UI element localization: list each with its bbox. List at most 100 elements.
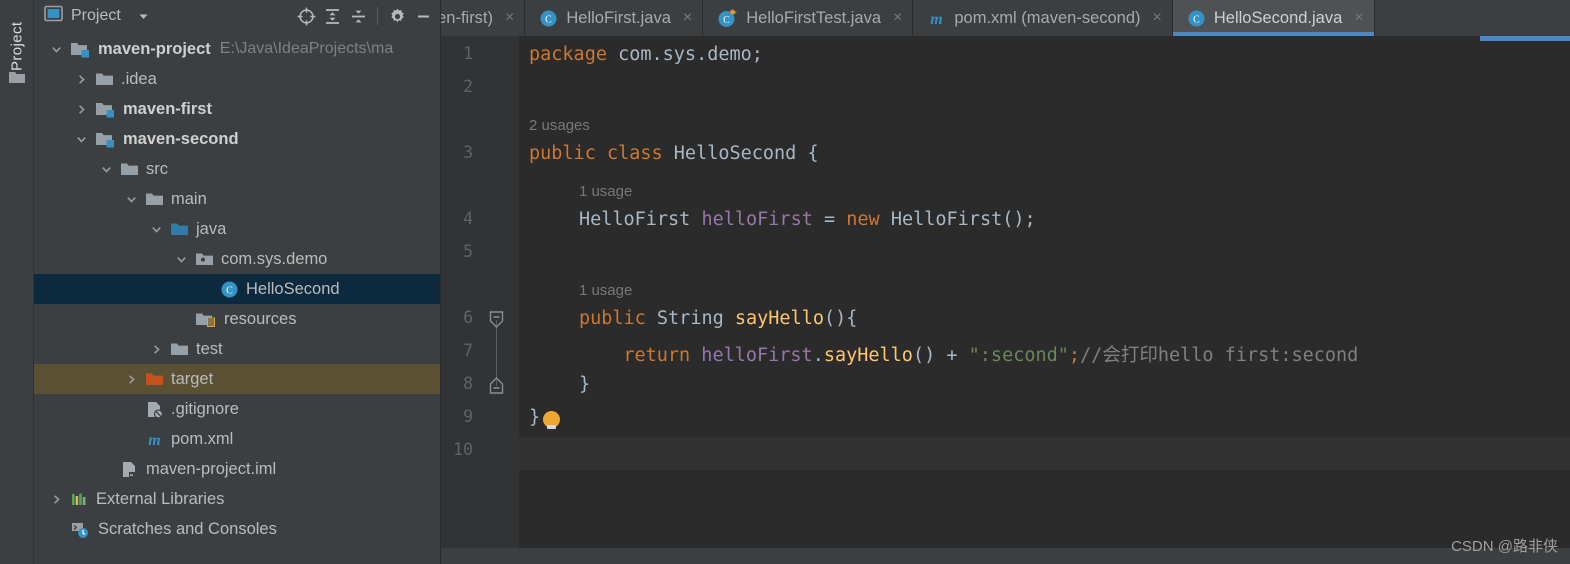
tree-node-src[interactable]: src [34,154,440,184]
line-number: 4 [463,209,473,228]
code-editor[interactable]: 1 2 3 4 5 6 7 8 9 10 package com.sys.demo; 2 usage… [441,36,1570,564]
chevron-down-icon[interactable] [131,3,157,29]
fold-toggle-icon[interactable] [489,311,504,333]
tree-node-target[interactable]: target [34,364,440,394]
tree-node-label: Scratches and Consoles [98,519,277,538]
chevron-right-icon[interactable] [48,491,64,507]
tree-node-main[interactable]: main [34,184,440,214]
project-panel-title: Project [71,7,121,24]
tree-node-java[interactable]: java [34,214,440,244]
code-text[interactable]: package com.sys.demo; 2 usages public clas… [519,36,1570,564]
close-icon[interactable]: × [683,9,692,27]
tree-node-hellosecond[interactable]: C HelloSecond [34,274,440,304]
editor-tab-bar[interactable]: nl (maven-first) × C HelloFirst.java × C Hello… [441,0,1570,36]
chevron-down-icon[interactable] [98,161,114,177]
chevron-down-icon[interactable] [73,131,89,147]
line-number: 6 [463,308,473,327]
tree-node-test[interactable]: test [34,334,440,364]
editor-area: nl (maven-first) × C HelloFirst.java × C Hello… [441,0,1570,564]
editor-tab-label: HelloFirstTest.java [746,8,882,27]
chevron-down-icon[interactable] [123,191,139,207]
editor-tab-hellofirst-java[interactable]: C HelloFirst.java × [525,0,704,36]
intention-bulb-icon[interactable] [543,411,560,429]
tree-node-maven-second[interactable]: maven-second [34,124,440,154]
svg-text:C: C [1193,14,1200,25]
project-tree[interactable]: maven-project E:\Java\IdeaProjects\ma .ide… [34,32,440,564]
svg-text:C: C [546,14,553,25]
editor-tab-nl-maven-first[interactable]: nl (maven-first) × [441,0,526,36]
tree-node-label: maven-second [123,129,239,148]
java-class-icon: C [539,9,558,28]
editor-gutter[interactable]: 1 2 3 4 5 6 7 8 9 10 [441,36,519,564]
java-class-icon: C [220,280,239,299]
inlay-usage-hint[interactable]: 1 usage [579,183,632,200]
code-line-4: HelloFirst helloFirst = new HelloFirst()… [578,209,1036,230]
tree-node-label: maven-project.iml [146,459,277,478]
tree-node-gitignore[interactable]: .gitignore [34,394,440,424]
hide-toolwindow-icon[interactable] [410,3,436,29]
code-line-7: return helloFirst.sayHello() + ":second"… [623,345,1359,366]
editor-tab-label: nl (maven-first) [441,8,494,27]
folder-icon [145,191,164,207]
chevron-right-icon[interactable] [123,371,139,387]
line-number: 9 [463,407,473,426]
folder-icon [95,71,114,87]
chevron-down-icon[interactable] [48,41,64,57]
project-tool-window: Project maven-project E:\Java\IdeaProjec… [34,0,441,564]
code-line-9: } [529,407,541,428]
toolbar-divider [377,7,378,25]
tree-node-label: pom.xml [171,429,234,448]
tree-node-maven-first[interactable]: maven-first [34,94,440,124]
chevron-right-icon[interactable] [148,341,164,357]
close-icon[interactable]: × [1153,9,1162,27]
editor-tab-hellosecond-java[interactable]: C HelloSecond.java × [1172,0,1375,36]
editor-tab-pom-xml-maven-second[interactable]: m pom.xml (maven-second) × [913,0,1173,36]
tree-node-label: test [196,339,223,358]
close-icon[interactable]: × [505,9,514,27]
tree-node-label: main [171,189,207,208]
maven-file-icon: m [927,9,946,28]
gear-icon[interactable] [384,3,410,29]
folder-icon [170,341,189,357]
chevron-down-icon[interactable] [148,221,164,237]
chevron-right-icon[interactable] [73,101,89,117]
project-window-icon [44,4,63,28]
tree-node-idea[interactable]: .idea [34,64,440,94]
chevron-right-icon[interactable] [73,71,89,87]
code-line-8: } [578,374,591,395]
scrollbar-marker[interactable] [1480,36,1570,41]
tree-node-maven-project[interactable]: maven-project E:\Java\IdeaProjects\ma [34,34,440,64]
tree-node-com-sys-demo[interactable]: com.sys.demo [34,244,440,274]
resources-folder-icon [195,311,217,328]
editor-tab-label: HelloSecond.java [1213,8,1343,27]
line-number: 1 [463,44,473,63]
close-icon[interactable]: × [1354,9,1363,27]
inlay-usage-hint[interactable]: 2 usages [529,117,590,134]
folder-icon [8,70,26,90]
close-icon[interactable]: × [893,9,902,27]
tree-node-label: src [146,159,168,178]
code-line-3: public class HelloSecond { [529,143,819,164]
collapse-all-icon[interactable] [345,3,371,29]
module-folder-icon [70,41,91,58]
tree-node-scratches-and-consoles[interactable]: Scratches and Consoles [34,514,440,544]
select-opened-file-icon[interactable] [293,3,319,29]
code-line-6: public String sayHello(){ [578,308,858,329]
tree-node-path: E:\Java\IdeaProjects\ma [219,40,394,57]
line-number: 7 [463,341,473,360]
tree-node-label: resources [224,309,297,328]
code-line-1: package com.sys.demo; [529,44,763,65]
tree-node-external-libraries[interactable]: External Libraries [34,484,440,514]
editor-bottom-strip [441,548,1570,564]
inlay-usage-hint[interactable]: 1 usage [579,282,632,299]
expand-all-icon[interactable] [319,3,345,29]
tree-node-maven-project-iml[interactable]: maven-project.iml [34,454,440,484]
libraries-icon [70,491,89,508]
chevron-down-icon[interactable] [173,251,189,267]
tree-node-resources[interactable]: resources [34,304,440,334]
tree-node-pom-xml[interactable]: m pom.xml [34,424,440,454]
tree-node-label: target [171,369,214,388]
editor-tab-hellofirsttest-java[interactable]: C HelloFirstTest.java × [703,0,914,36]
line-number: 10 [453,440,473,459]
fold-toggle-icon[interactable] [489,377,504,399]
